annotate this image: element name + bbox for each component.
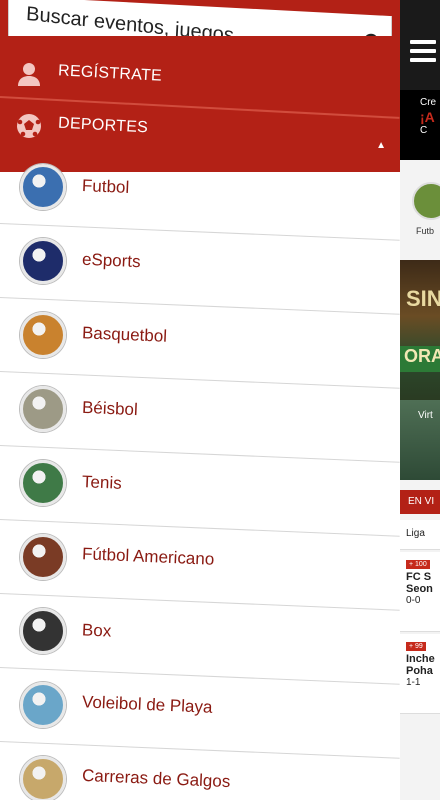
tennis-icon: [20, 460, 66, 506]
sports-list: Futbol eSports Basquetbol Béisbol Tenis Fútbo…: [0, 150, 400, 800]
sport-label: Tenis: [81, 472, 123, 493]
match-row[interactable]: + 100 FC S Seon 0-0: [400, 552, 440, 632]
team-2: Poha: [406, 665, 433, 677]
sport-label: Basquetbol: [81, 323, 168, 346]
promo-banner[interactable]: Cre ¡A C: [400, 90, 440, 160]
sport-label: eSports: [81, 249, 141, 272]
background-content: Futb SIN ORA Virt EN VI Liga + 100 FC S …: [400, 160, 440, 800]
odds-badge: + 100: [406, 560, 430, 569]
sport-label: Carreras de Galgos: [81, 765, 231, 792]
promo-line-2: ¡A: [420, 109, 435, 125]
side-menu-drawer: REGÍSTRATE DEPORTES ▲ FutboleSportsBasqu…: [0, 0, 400, 800]
soccer-icon: [20, 164, 66, 210]
live-label: EN VI: [408, 496, 435, 507]
sports-label: DEPORTES: [57, 114, 149, 137]
american-football-icon: [20, 534, 66, 580]
sport-item[interactable]: Basquetbol: [0, 298, 400, 372]
match-score: 0-0: [406, 595, 421, 606]
promo-line-3: C: [420, 125, 428, 136]
league-row[interactable]: Liga: [400, 520, 440, 550]
match-row[interactable]: + 99 Inche Poha 1-1: [400, 634, 440, 714]
sport-item[interactable]: Tenis: [0, 446, 400, 520]
sport-item[interactable]: Futbol: [0, 150, 400, 224]
casino-banner[interactable]: SIN ORA: [400, 260, 440, 400]
sport-item[interactable]: Box: [0, 594, 400, 668]
user-icon: [14, 59, 44, 89]
league-text: Liga: [406, 528, 425, 539]
sport-item[interactable]: Voleibol de Playa: [0, 668, 400, 742]
sport-item[interactable]: Béisbol: [0, 372, 400, 446]
greyhound-icon: [20, 756, 66, 800]
virtual-text: Virt: [418, 410, 433, 421]
team-2: Seon: [406, 583, 433, 595]
sport-label: Fútbol Americano: [81, 544, 215, 569]
beach-volleyball-icon: [20, 682, 66, 728]
soccer-ball-icon: [14, 111, 44, 141]
sport-caption: Futb: [416, 226, 435, 236]
sport-item[interactable]: Fútbol Americano: [0, 520, 400, 594]
boxing-icon: [20, 608, 66, 654]
odds-badge: + 99: [406, 642, 426, 651]
basketball-icon: [20, 312, 66, 358]
sports-menu-item[interactable]: DEPORTES: [0, 96, 400, 156]
register-menu-item[interactable]: REGÍSTRATE: [0, 44, 400, 104]
sport-label: Voleibol de Playa: [81, 692, 213, 717]
register-label: REGÍSTRATE: [57, 62, 163, 85]
promo-line-1: Cre: [420, 97, 437, 108]
sport-item[interactable]: eSports: [0, 224, 400, 298]
sport-item[interactable]: Carreras de Galgos: [0, 742, 400, 800]
baseball-icon: [20, 386, 66, 432]
team-1: Inche: [406, 653, 435, 665]
sport-thumb[interactable]: [412, 182, 440, 220]
sport-label: Béisbol: [81, 397, 139, 420]
casino-banner-text: ORA: [400, 346, 440, 372]
background-app: Cre ¡A C Futb SIN ORA Virt EN VI Liga + …: [400, 0, 440, 800]
team-1: FC S: [406, 571, 432, 583]
live-header: EN VI: [400, 490, 440, 514]
match-score: 1-1: [406, 677, 421, 688]
hamburger-menu-icon[interactable]: [410, 40, 436, 67]
sport-label: Futbol: [81, 176, 130, 197]
search-bar: [0, 0, 400, 73]
sport-label: Box: [81, 620, 112, 641]
virtual-banner[interactable]: Virt: [400, 400, 440, 480]
esports-icon: [20, 238, 66, 284]
casino-text: SIN: [406, 286, 440, 311]
